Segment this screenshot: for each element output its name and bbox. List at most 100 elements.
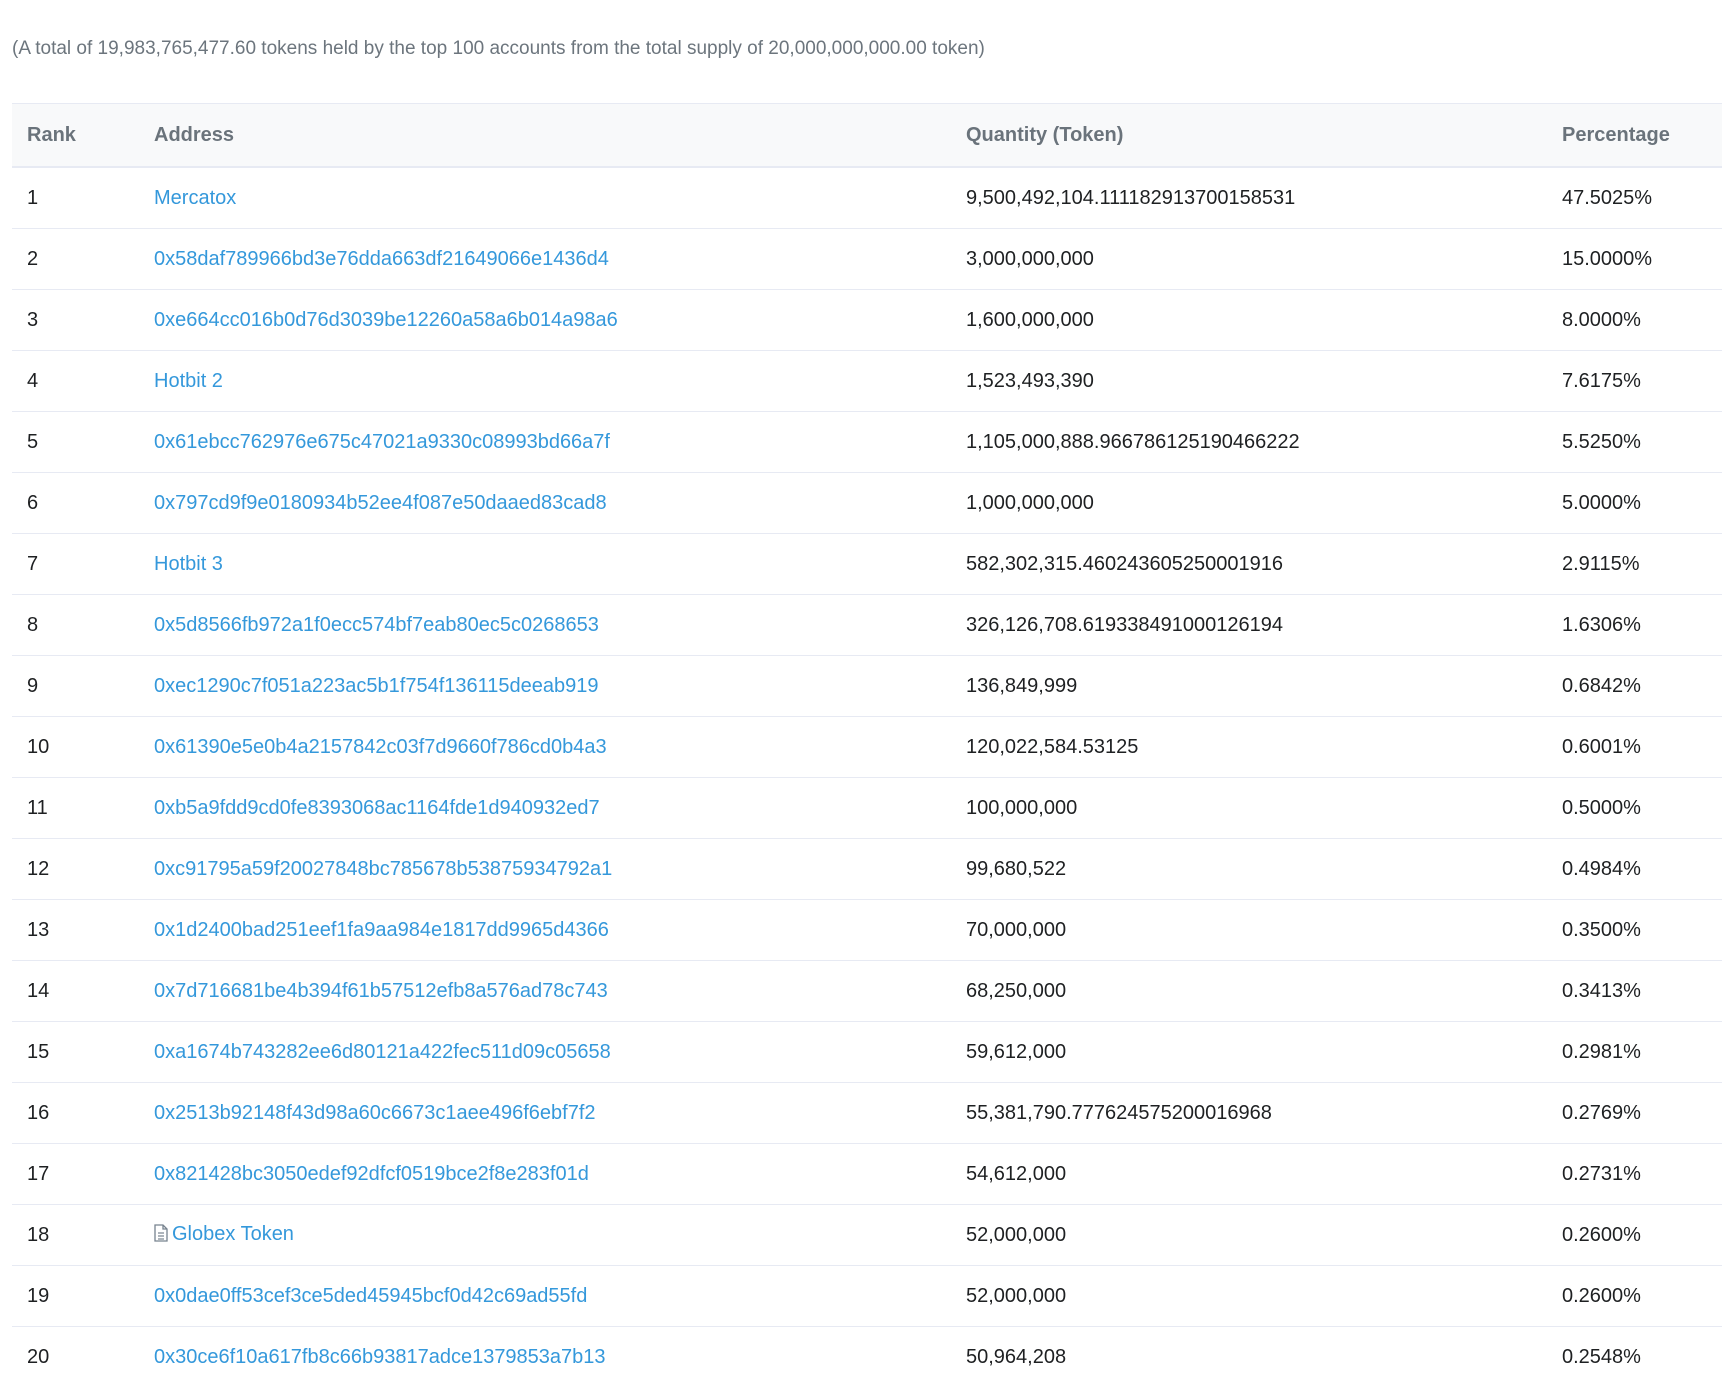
rank-cell: 7	[12, 534, 139, 595]
address-cell: 0x821428bc3050edef92dfcf0519bce2f8e283f0…	[139, 1144, 951, 1205]
address-cell: Globex Token	[139, 1205, 951, 1266]
rank-cell: 15	[12, 1022, 139, 1083]
percentage-cell: 5.5250%	[1547, 412, 1722, 473]
address-cell: Hotbit 3	[139, 534, 951, 595]
percentage-cell: 47.5025%	[1547, 167, 1722, 229]
address-cell: 0x61390e5e0b4a2157842c03f7d9660f786cd0b4…	[139, 717, 951, 778]
quantity-cell: 1,105,000,888.966786125190466222	[951, 412, 1547, 473]
contract-file-icon	[154, 1224, 168, 1248]
quantity-cell: 55,381,790.777624575200016968	[951, 1083, 1547, 1144]
holder-address-link[interactable]: 0x0dae0ff53cef3ce5ded45945bcf0d42c69ad55…	[154, 1285, 587, 1307]
percentage-cell: 0.6001%	[1547, 717, 1722, 778]
percentage-cell: 8.0000%	[1547, 290, 1722, 351]
rank-cell: 2	[12, 229, 139, 290]
table-header: Rank Address Quantity (Token) Percentage	[12, 104, 1722, 168]
rank-cell: 11	[12, 778, 139, 839]
address-cell: 0xec1290c7f051a223ac5b1f754f136115deeab9…	[139, 656, 951, 717]
table-row: 200x30ce6f10a617fb8c66b93817adce1379853a…	[12, 1327, 1722, 1387]
holder-address-link[interactable]: 0x61390e5e0b4a2157842c03f7d9660f786cd0b4…	[154, 736, 607, 758]
holder-address-link[interactable]: 0x2513b92148f43d98a60c6673c1aee496f6ebf7…	[154, 1102, 596, 1124]
rank-cell: 4	[12, 351, 139, 412]
quantity-cell: 54,612,000	[951, 1144, 1547, 1205]
quantity-cell: 100,000,000	[951, 778, 1547, 839]
table-row: 50x61ebcc762976e675c47021a9330c08993bd66…	[12, 412, 1722, 473]
column-header-quantity: Quantity (Token)	[951, 104, 1547, 168]
address-cell: 0x0dae0ff53cef3ce5ded45945bcf0d42c69ad55…	[139, 1266, 951, 1327]
holder-address-link[interactable]: 0x821428bc3050edef92dfcf0519bce2f8e283f0…	[154, 1163, 589, 1185]
holder-address-link[interactable]: 0x5d8566fb972a1f0ecc574bf7eab80ec5c02686…	[154, 614, 599, 636]
percentage-cell: 0.2600%	[1547, 1266, 1722, 1327]
holder-address-link[interactable]: Globex Token	[172, 1223, 294, 1245]
address-cell: Hotbit 2	[139, 351, 951, 412]
holder-address-link[interactable]: 0xc91795a59f20027848bc785678b53875934792…	[154, 858, 612, 880]
rank-cell: 8	[12, 595, 139, 656]
holder-address-link[interactable]: 0xa1674b743282ee6d80121a422fec511d09c056…	[154, 1041, 611, 1063]
quantity-cell: 120,022,584.53125	[951, 717, 1547, 778]
column-header-address: Address	[139, 104, 951, 168]
percentage-cell: 0.6842%	[1547, 656, 1722, 717]
holder-address-link[interactable]: 0x1d2400bad251eef1fa9aa984e1817dd9965d43…	[154, 919, 609, 941]
table-row: 15 0xa1674b743282ee6d80121a422fec511d09c0…	[12, 1022, 1722, 1083]
table-row: 190x0dae0ff53cef3ce5ded45945bcf0d42c69ad…	[12, 1266, 1722, 1327]
quantity-cell: 3,000,000,000	[951, 229, 1547, 290]
holder-address-link[interactable]: 0x7d716681be4b394f61b57512efb8a576ad78c7…	[154, 980, 608, 1002]
address-cell: 0x61ebcc762976e675c47021a9330c08993bd66a…	[139, 412, 951, 473]
holder-address-link[interactable]: 0x58daf789966bd3e76dda663df21649066e1436…	[154, 248, 609, 270]
quantity-cell: 582,302,315.460243605250001916	[951, 534, 1547, 595]
address-cell: 0x30ce6f10a617fb8c66b93817adce1379853a7b…	[139, 1327, 951, 1387]
table-row: 2 0x58daf789966bd3e76dda663df21649066e143…	[12, 229, 1722, 290]
holder-address-link[interactable]: 0xb5a9fdd9cd0fe8393068ac1164fde1d940932e…	[154, 797, 600, 819]
percentage-cell: 15.0000%	[1547, 229, 1722, 290]
holder-address-link[interactable]: 0x61ebcc762976e675c47021a9330c08993bd66a…	[154, 431, 610, 453]
quantity-cell: 52,000,000	[951, 1205, 1547, 1266]
table-row: 130x1d2400bad251eef1fa9aa984e1817dd9965d…	[12, 900, 1722, 961]
table-row: 16 0x2513b92148f43d98a60c6673c1aee496f6eb…	[12, 1083, 1722, 1144]
token-holders-table: Rank Address Quantity (Token) Percentage…	[12, 103, 1722, 1387]
column-header-rank: Rank	[12, 104, 139, 168]
quantity-cell: 326,126,708.619338491000126194	[951, 595, 1547, 656]
table-row: 17 0x821428bc3050edef92dfcf0519bce2f8e283…	[12, 1144, 1722, 1205]
holders-summary: (A total of 19,983,765,477.60 tokens hel…	[12, 38, 985, 60]
quantity-cell: 1,523,493,390	[951, 351, 1547, 412]
address-cell: Mercatox	[139, 167, 951, 229]
table-row: 120xc91795a59f20027848bc785678b538759347…	[12, 839, 1722, 900]
rank-cell: 10	[12, 717, 139, 778]
holder-address-link[interactable]: 0xec1290c7f051a223ac5b1f754f136115deeab9…	[154, 675, 599, 697]
percentage-cell: 7.6175%	[1547, 351, 1722, 412]
table-row: 60x797cd9f9e0180934b52ee4f087e50daaed83c…	[12, 473, 1722, 534]
quantity-cell: 9,500,492,104.111182913700158531	[951, 167, 1547, 229]
table-row: 90xec1290c7f051a223ac5b1f754f136115deeab…	[12, 656, 1722, 717]
holder-address-link[interactable]: Hotbit 2	[154, 370, 223, 392]
address-cell: 0x58daf789966bd3e76dda663df21649066e1436…	[139, 229, 951, 290]
address-cell: 0xb5a9fdd9cd0fe8393068ac1164fde1d940932e…	[139, 778, 951, 839]
percentage-cell: 1.6306%	[1547, 595, 1722, 656]
percentage-cell: 0.5000%	[1547, 778, 1722, 839]
percentage-cell: 0.2981%	[1547, 1022, 1722, 1083]
table-row: 8 0x5d8566fb972a1f0ecc574bf7eab80ec5c0268…	[12, 595, 1722, 656]
holder-address-link[interactable]: Hotbit 3	[154, 553, 223, 575]
address-cell: 0x2513b92148f43d98a60c6673c1aee496f6ebf7…	[139, 1083, 951, 1144]
quantity-cell: 50,964,208	[951, 1327, 1547, 1387]
rank-cell: 17	[12, 1144, 139, 1205]
rank-cell: 1	[12, 167, 139, 229]
address-cell: 0x1d2400bad251eef1fa9aa984e1817dd9965d43…	[139, 900, 951, 961]
holder-address-link[interactable]: 0x30ce6f10a617fb8c66b93817adce1379853a7b…	[154, 1346, 606, 1368]
holder-address-link[interactable]: 0xe664cc016b0d76d3039be12260a58a6b014a98…	[154, 309, 618, 331]
holder-address-link[interactable]: 0x797cd9f9e0180934b52ee4f087e50daaed83ca…	[154, 492, 607, 514]
quantity-cell: 99,680,522	[951, 839, 1547, 900]
percentage-cell: 0.2731%	[1547, 1144, 1722, 1205]
table-header-row: Rank Address Quantity (Token) Percentage	[12, 104, 1722, 168]
percentage-cell: 0.2769%	[1547, 1083, 1722, 1144]
quantity-cell: 70,000,000	[951, 900, 1547, 961]
percentage-cell: 0.2548%	[1547, 1327, 1722, 1387]
rank-cell: 3	[12, 290, 139, 351]
rank-cell: 16	[12, 1083, 139, 1144]
table-row: 7Hotbit 3582,302,315.4602436052500019162…	[12, 534, 1722, 595]
percentage-cell: 0.3500%	[1547, 900, 1722, 961]
quantity-cell: 68,250,000	[951, 961, 1547, 1022]
table-row: 3 0xe664cc016b0d76d3039be12260a58a6b014a9…	[12, 290, 1722, 351]
address-cell: 0x5d8566fb972a1f0ecc574bf7eab80ec5c02686…	[139, 595, 951, 656]
table-body: 1 Mercatox 9,500,492,104.11118291370015853…	[12, 167, 1722, 1387]
holder-address-link[interactable]: Mercatox	[154, 187, 236, 209]
table-row: 4 Hotbit 2 1,523,493,3907.6175%	[12, 351, 1722, 412]
